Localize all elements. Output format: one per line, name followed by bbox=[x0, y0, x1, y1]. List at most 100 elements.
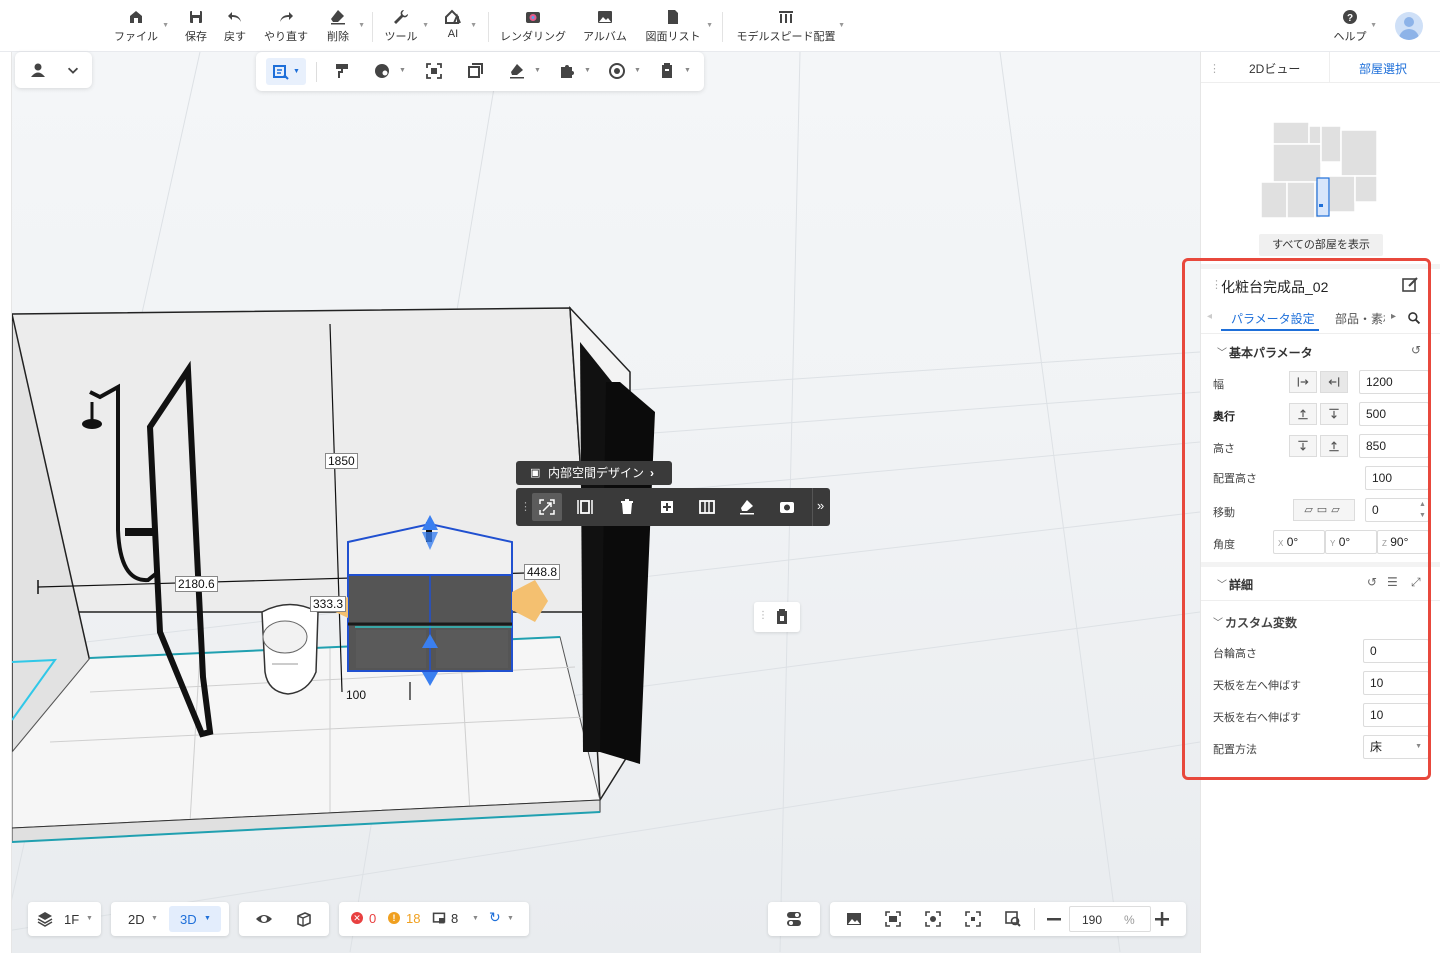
svg-text:?: ? bbox=[1347, 13, 1353, 24]
trash-icon[interactable] bbox=[616, 497, 638, 517]
toolbar-divider bbox=[488, 12, 489, 42]
tab-room-select[interactable]: 部屋選択 bbox=[1359, 60, 1407, 77]
chevron-down-icon bbox=[65, 61, 81, 79]
secondary-toolbar: ▼ ▼ ▼ ▼ ▼ ▼ bbox=[256, 52, 704, 91]
highlight-box bbox=[1182, 258, 1431, 780]
drawing-list-button[interactable]: 図面リスト ▼ bbox=[642, 8, 713, 46]
more-icon[interactable]: » bbox=[817, 498, 824, 513]
drag-handle[interactable]: ⋮ bbox=[1209, 62, 1220, 75]
select-tool-button[interactable]: ▼ bbox=[266, 58, 306, 85]
status-panel[interactable]: ✕ 0 ! 18 8 ▼ ↻ ▼ bbox=[339, 902, 529, 936]
model-speed-button[interactable]: モデルスピード配置 ▼ bbox=[736, 8, 845, 46]
select-list-icon bbox=[273, 64, 289, 80]
view-3d-button[interactable]: 3D ▼ bbox=[169, 906, 221, 932]
wrench-icon bbox=[394, 10, 408, 24]
album-button[interactable]: アルバム bbox=[582, 8, 628, 46]
focus-icon: ▣ bbox=[530, 467, 541, 479]
dimension-label[interactable]: 100 bbox=[346, 688, 366, 702]
visibility-panel bbox=[239, 902, 329, 936]
tab-2d-view[interactable]: 2Dビュー bbox=[1249, 60, 1300, 77]
ai-button[interactable]: AI ▼ bbox=[438, 8, 477, 46]
puzzle-icon[interactable] bbox=[557, 61, 577, 81]
warning-icon: ! bbox=[388, 912, 400, 924]
brush-icon[interactable] bbox=[507, 61, 527, 81]
top-toolbar: ファイル ▼ 保存 戻す やり直す 削除 ▼ ツール ▼ AI ▼ レンダリング アルバ… bbox=[0, 0, 1440, 52]
help-button[interactable]: ? ヘルプ ▼ bbox=[1332, 8, 1377, 46]
view-mode-toggle: 2D ▼ 3D ▼ bbox=[111, 902, 229, 936]
delete-button[interactable]: 削除 ▼ bbox=[320, 8, 365, 46]
columns-icon bbox=[779, 11, 793, 23]
toolbar-divider bbox=[372, 12, 373, 42]
layers-icon bbox=[36, 910, 54, 928]
error-icon: ✕ bbox=[351, 912, 363, 924]
clipboard-icon[interactable] bbox=[657, 61, 677, 81]
target-icon[interactable] bbox=[607, 61, 627, 81]
fit-view-icon[interactable] bbox=[883, 910, 903, 928]
eraser-icon bbox=[331, 10, 345, 25]
cube-icon[interactable] bbox=[294, 910, 314, 928]
zoom-input[interactable]: 190 % bbox=[1069, 906, 1151, 932]
help-icon: ? bbox=[1343, 10, 1357, 24]
drag-handle: ⋮ bbox=[758, 610, 768, 621]
screenshot-icon[interactable] bbox=[844, 910, 864, 928]
resize-icon[interactable] bbox=[532, 493, 562, 521]
array-icon[interactable] bbox=[696, 497, 718, 517]
layers-edit-icon[interactable] bbox=[465, 61, 485, 81]
toolbar-divider bbox=[722, 12, 723, 42]
object-action-toolbar: ⋮ » bbox=[516, 488, 830, 526]
view-controls-panel: 190 % bbox=[830, 902, 1186, 936]
show-all-rooms-button[interactable]: すべての部屋を表示 bbox=[1259, 234, 1383, 256]
divider bbox=[316, 62, 317, 82]
zoom-in-icon[interactable] bbox=[1152, 910, 1172, 928]
floating-clipboard-button[interactable]: ⋮ bbox=[754, 602, 800, 632]
divider bbox=[812, 488, 813, 526]
object-count-icon bbox=[432, 911, 446, 925]
home-icon bbox=[130, 11, 142, 23]
floor-selector[interactable]: 1F ▼ bbox=[28, 902, 101, 936]
replace-icon[interactable] bbox=[776, 497, 798, 517]
dimension-label[interactable]: 333.3 bbox=[310, 596, 347, 612]
redo-icon bbox=[280, 12, 293, 22]
dimension-label[interactable]: 448.8 bbox=[524, 564, 561, 580]
align-icon[interactable] bbox=[574, 497, 596, 517]
save-icon bbox=[190, 11, 202, 23]
toilet bbox=[261, 603, 319, 695]
focus-selection-icon[interactable] bbox=[963, 910, 983, 928]
save-button[interactable]: 保存 bbox=[178, 8, 214, 46]
dimension-label[interactable]: 2180.6 bbox=[175, 576, 218, 592]
camera-icon bbox=[526, 12, 540, 23]
eye-icon[interactable] bbox=[254, 910, 274, 928]
add-copy-icon[interactable] bbox=[656, 497, 678, 517]
document-icon bbox=[668, 10, 678, 24]
material-brush-icon[interactable] bbox=[736, 497, 758, 517]
minimap[interactable] bbox=[1259, 120, 1383, 224]
toggle-settings-icon bbox=[784, 910, 804, 928]
drag-handle[interactable]: ⋮ bbox=[520, 500, 531, 513]
undo-button[interactable]: 戻す bbox=[218, 8, 252, 46]
clipboard-icon bbox=[772, 607, 792, 627]
palette-icon[interactable] bbox=[372, 61, 392, 81]
person-icon bbox=[29, 61, 47, 79]
divider bbox=[1034, 908, 1035, 930]
settings-toggle-panel[interactable] bbox=[768, 902, 820, 936]
view-settings-icon[interactable] bbox=[923, 910, 943, 928]
paint-roller-icon[interactable] bbox=[332, 61, 352, 81]
image-icon bbox=[598, 11, 612, 23]
role-selector[interactable] bbox=[15, 52, 92, 88]
interior-design-button[interactable]: ▣ 内部空間デザイン › bbox=[516, 461, 672, 485]
file-button[interactable]: ファイル ▼ bbox=[112, 8, 169, 46]
focus-frame-icon[interactable] bbox=[424, 61, 444, 81]
sync-icon: ↻ bbox=[489, 909, 501, 925]
zoom-region-icon[interactable] bbox=[1003, 910, 1023, 928]
undo-icon bbox=[228, 12, 241, 22]
tools-button[interactable]: ツール ▼ bbox=[382, 8, 429, 46]
user-avatar[interactable] bbox=[1395, 12, 1423, 40]
chevron-right-icon: › bbox=[650, 466, 654, 480]
render-button[interactable]: レンダリング bbox=[498, 8, 568, 46]
redo-button[interactable]: やり直す bbox=[262, 8, 310, 46]
view-2d-button[interactable]: 2D bbox=[128, 912, 145, 927]
zoom-out-icon[interactable] bbox=[1044, 910, 1064, 928]
ai-house-icon bbox=[445, 9, 461, 24]
dimension-label[interactable]: 1850 bbox=[325, 453, 358, 469]
left-edge-strip bbox=[0, 52, 12, 953]
